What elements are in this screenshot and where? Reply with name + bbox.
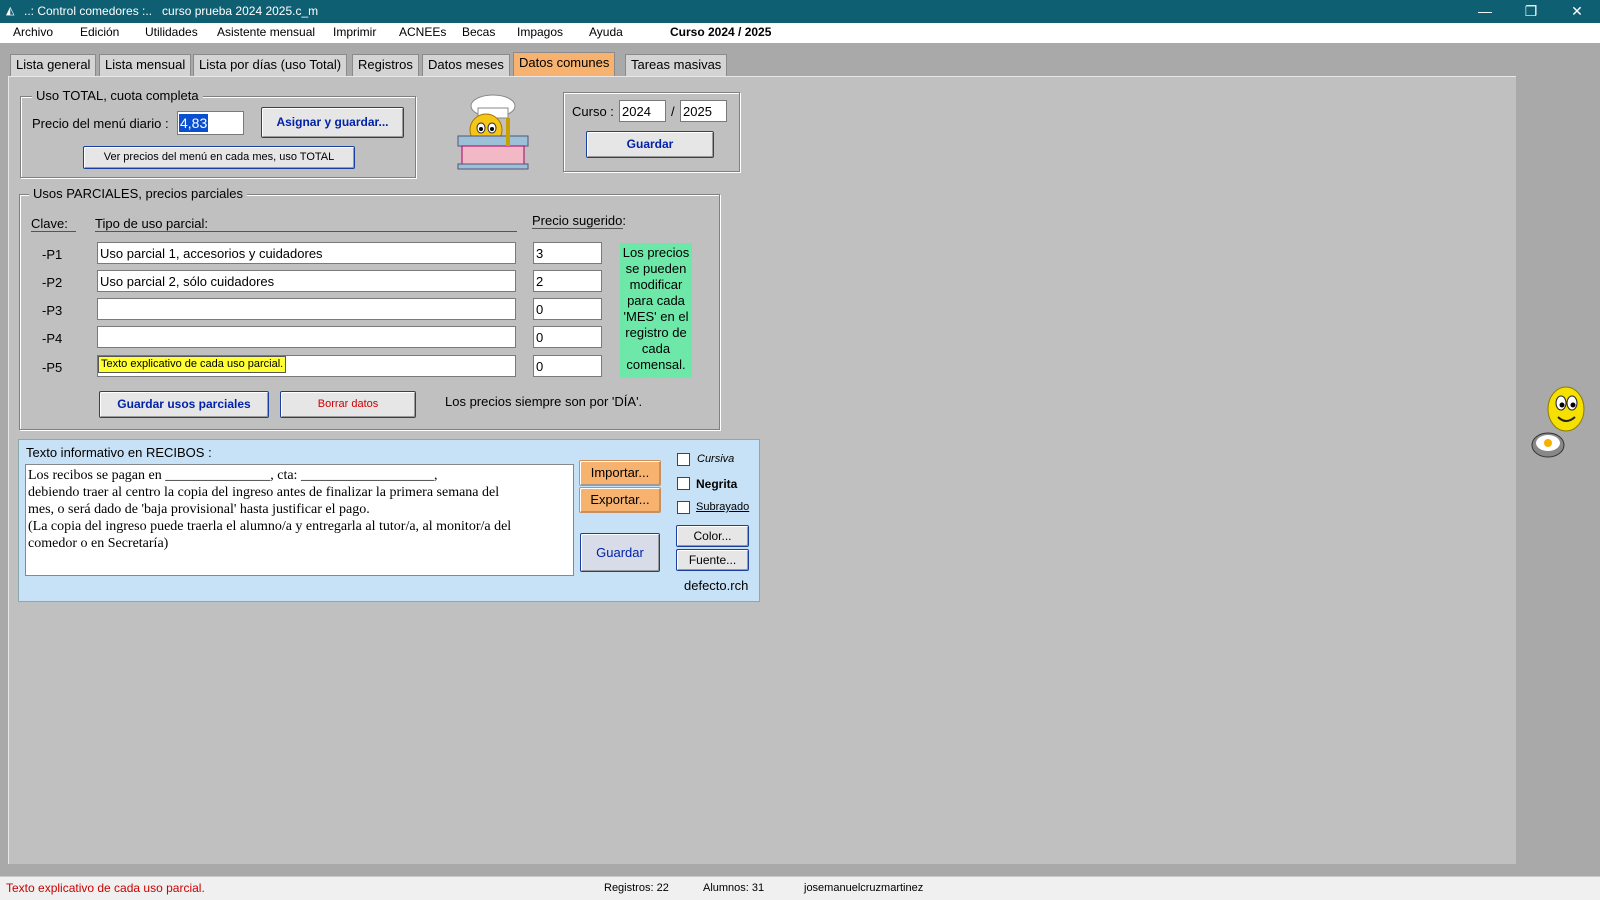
subrayado-checkbox[interactable]: [677, 501, 690, 514]
status-bar: Texto explicativo de cada uso parcial. R…: [0, 876, 1600, 900]
col-precio-header: Precio sugerido:: [532, 213, 626, 229]
menu-becas[interactable]: Becas: [462, 25, 495, 39]
row-precio-p4-input[interactable]: [533, 326, 602, 348]
tipo-tooltip: Texto explicativo de cada uso parcial.: [98, 356, 287, 373]
curso-year-to-input[interactable]: [680, 100, 727, 122]
importar-button[interactable]: Importar...: [579, 460, 661, 486]
tab-datos-comunes[interactable]: Datos comunes: [513, 52, 616, 76]
row-precio-p3-input[interactable]: [533, 298, 602, 320]
menu-imprimir[interactable]: Imprimir: [333, 25, 376, 39]
cursiva-label: Cursiva: [697, 453, 735, 465]
minimize-button[interactable]: —: [1462, 0, 1508, 23]
curso-separator: /: [671, 104, 675, 119]
row-precio-p2-input[interactable]: [533, 270, 602, 292]
precios-note: Los precios se pueden modificar para cad…: [620, 243, 692, 378]
curso-year-from-input[interactable]: [619, 100, 666, 122]
tab-lista-por-dias[interactable]: Lista por días (uso Total): [193, 54, 348, 76]
menu-acnees[interactable]: ACNEEs: [399, 25, 446, 39]
tab-lista-general[interactable]: Lista general: [10, 54, 97, 76]
row-clave-p5: -P5: [42, 360, 63, 375]
guardar-usos-parciales-button[interactable]: Guardar usos parciales: [99, 391, 269, 418]
course-indicator: Curso 2024 / 2025: [670, 25, 772, 39]
status-message: Texto explicativo de cada uso parcial.: [6, 881, 205, 895]
usos-parciales-legend: Usos PARCIALES, precios parciales: [29, 186, 248, 201]
row-clave-p4: -P4: [42, 331, 63, 346]
menu-impagos[interactable]: Impagos: [517, 25, 563, 39]
row-tipo-p1-input[interactable]: [97, 242, 516, 264]
chef-mascot-image: [450, 92, 536, 172]
menu-ayuda[interactable]: Ayuda: [589, 25, 623, 39]
tab-datos-meses[interactable]: Datos meses: [422, 54, 510, 76]
row-clave-p2: -P2: [42, 275, 63, 290]
row-tipo-p3-input[interactable]: [97, 298, 516, 320]
recibos-file-name: defecto.rch: [684, 578, 749, 593]
subrayado-label: Subrayado: [696, 501, 750, 513]
title-bar: ◭ ..: Control comedores :.. curso prueba…: [0, 0, 1600, 23]
row-precio-p1-input[interactable]: [533, 242, 602, 264]
uso-total-legend: Uso TOTAL, cuota completa: [32, 88, 203, 103]
row-clave-p3: -P3: [42, 303, 63, 318]
menu-bar: Archivo Edición Utilidades Asistente men…: [0, 23, 1600, 43]
price-label: Precio del menú diario :: [32, 116, 169, 131]
menu-edicion[interactable]: Edición: [80, 25, 119, 39]
menu-utilidades[interactable]: Utilidades: [145, 25, 198, 39]
cursiva-checkbox[interactable]: [677, 453, 690, 466]
status-alumnos: Alumnos: 31: [703, 882, 765, 894]
negrita-checkbox[interactable]: [677, 477, 690, 490]
recibos-textarea[interactable]: Los recibos se pagan en _______________,…: [25, 464, 574, 576]
restore-button[interactable]: ❐: [1508, 0, 1554, 23]
col-tipo-header: Tipo de uso parcial:: [95, 216, 517, 232]
curso-save-button[interactable]: Guardar: [586, 131, 714, 158]
color-button[interactable]: Color...: [676, 525, 749, 547]
smiley-mascot-image: [1530, 385, 1592, 463]
recibos-label: Texto informativo en RECIBOS :: [26, 445, 212, 460]
negrita-label: Negrita: [696, 477, 738, 491]
recibos-save-button[interactable]: Guardar: [580, 533, 660, 572]
window-title: ..: Control comedores :.. curso prueba 2…: [24, 4, 319, 18]
asignar-guardar-button[interactable]: Asignar y guardar...: [261, 107, 404, 138]
ver-precios-button[interactable]: Ver precios del menú en cada mes, uso TO…: [83, 146, 355, 169]
status-user: josemanuelcruzmartinez: [804, 882, 924, 894]
menu-archivo[interactable]: Archivo: [13, 25, 53, 39]
curso-label: Curso :: [572, 104, 614, 119]
exportar-button[interactable]: Exportar...: [579, 487, 661, 513]
menu-asistente-mensual[interactable]: Asistente mensual: [217, 25, 315, 39]
precios-por-dia-note: Los precios siempre son por 'DÍA'.: [445, 394, 643, 409]
close-button[interactable]: ✕: [1554, 0, 1600, 23]
borrar-datos-button[interactable]: Borrar datos: [280, 391, 416, 418]
app-icon: ◭: [6, 5, 15, 17]
row-tipo-p2-input[interactable]: [97, 270, 516, 292]
price-value-selected: 4,83: [180, 115, 208, 131]
row-precio-p5-input[interactable]: [533, 355, 602, 377]
tab-registros[interactable]: Registros: [352, 54, 419, 76]
col-clave-header: Clave:: [31, 216, 76, 232]
price-selection-highlight: 4,83: [179, 114, 209, 132]
tab-tareas-masivas[interactable]: Tareas masivas: [625, 54, 728, 76]
status-registros: Registros: 22: [604, 882, 669, 894]
fuente-button[interactable]: Fuente...: [676, 549, 749, 571]
tab-lista-mensual[interactable]: Lista mensual: [99, 54, 192, 76]
row-clave-p1: -P1: [42, 247, 63, 262]
row-tipo-p4-input[interactable]: [97, 326, 516, 348]
